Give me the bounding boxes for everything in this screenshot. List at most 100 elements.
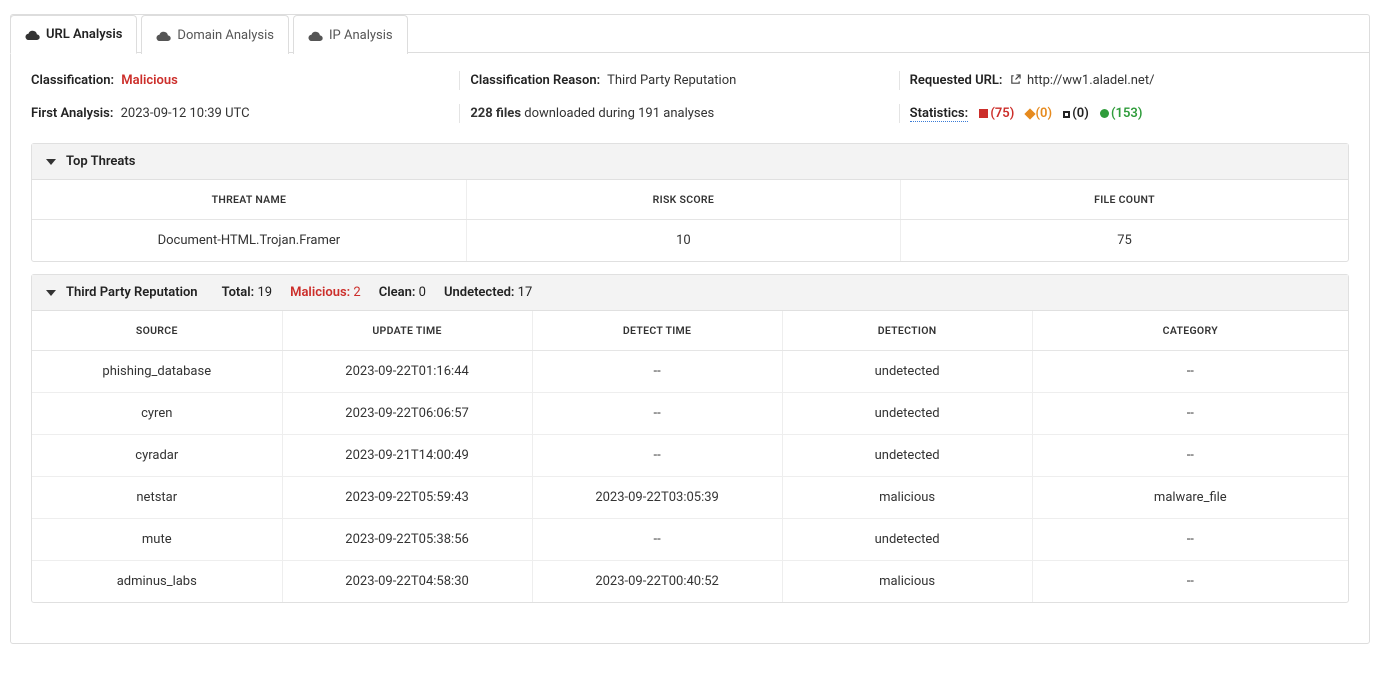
- info-reason: Classification Reason: Third Party Reput…: [470, 73, 909, 88]
- col-risk-score: Risk Score: [466, 180, 900, 220]
- tab-panel: Classification: Malicious Classification…: [11, 52, 1369, 643]
- cloud-icon: [308, 30, 323, 41]
- info-first-analysis: First Analysis: 2023-09-12 10:39 UTC: [31, 106, 470, 121]
- requested-url-value[interactable]: http://ww1.aladel.net/: [1027, 73, 1155, 88]
- table-row[interactable]: Document-HTML.Trojan.Framer 10 75: [32, 220, 1348, 262]
- threat-name: Document-HTML.Trojan.Framer: [32, 220, 466, 262]
- summary-malicious: Malicious: 2: [290, 285, 361, 300]
- section-title: Third Party Reputation: [66, 285, 198, 300]
- table-header-row: Source Update Time Detect Time Detection…: [32, 311, 1348, 351]
- col-detection: Detection: [782, 311, 1032, 351]
- file-count: 75: [901, 220, 1348, 262]
- cell-category: --: [1032, 519, 1348, 561]
- table-row[interactable]: cyren2023-09-22T06:06:57--undetected--: [32, 393, 1348, 435]
- cell-detect: 2023-09-22T00:40:52: [532, 561, 782, 603]
- stat-black-icon: [1063, 111, 1070, 118]
- info-statistics: Statistics: (75) (0) (0) (153): [910, 106, 1349, 121]
- cell-update: 2023-09-22T04:58:30: [282, 561, 532, 603]
- stat-green-icon: [1100, 109, 1109, 118]
- files-text: downloaded during 191 analyses: [521, 106, 714, 121]
- col-update-time: Update Time: [282, 311, 532, 351]
- cell-detect: --: [532, 351, 782, 393]
- stat-green-value: (153): [1111, 106, 1142, 121]
- cell-source: phishing_database: [32, 351, 282, 393]
- table-row[interactable]: mute2023-09-22T05:38:56--undetected--: [32, 519, 1348, 561]
- external-link-icon: [1010, 74, 1021, 85]
- stat-red-icon: [979, 109, 988, 118]
- cloud-icon: [156, 30, 171, 41]
- reason-value: Third Party Reputation: [607, 73, 736, 88]
- cell-update: 2023-09-22T06:06:57: [282, 393, 532, 435]
- label: Classification Reason:: [470, 73, 600, 88]
- top-threats-section: Top Threats Threat Name Risk Score File …: [31, 143, 1349, 262]
- info-classification: Classification: Malicious: [31, 73, 470, 88]
- tab-url-analysis[interactable]: URL Analysis: [10, 15, 137, 54]
- tab-domain-analysis[interactable]: Domain Analysis: [141, 15, 289, 54]
- risk-score: 10: [466, 220, 900, 262]
- cell-category: --: [1032, 351, 1348, 393]
- reputation-section: Third Party Reputation Total: 19 Malicio…: [31, 274, 1349, 603]
- cell-detection: undetected: [782, 435, 1032, 477]
- reputation-table: Source Update Time Detect Time Detection…: [32, 311, 1348, 602]
- info-files-downloaded: 228 files downloaded during 191 analyses: [470, 106, 909, 121]
- reputation-header[interactable]: Third Party Reputation Total: 19 Malicio…: [32, 275, 1348, 311]
- cell-update: 2023-09-22T01:16:44: [282, 351, 532, 393]
- cell-detection: malicious: [782, 477, 1032, 519]
- statistics-label[interactable]: Statistics:: [910, 106, 968, 122]
- first-analysis-value: 2023-09-12 10:39 UTC: [121, 106, 250, 121]
- cell-detection: undetected: [782, 519, 1032, 561]
- tab-bar: URL Analysis Domain Analysis IP Analysis: [10, 14, 1369, 53]
- stat-orange-icon: [1024, 108, 1035, 119]
- table-row[interactable]: netstar2023-09-22T05:59:432023-09-22T03:…: [32, 477, 1348, 519]
- table-row[interactable]: cyradar2023-09-21T14:00:49--undetected--: [32, 435, 1348, 477]
- table-row[interactable]: adminus_labs2023-09-22T04:58:302023-09-2…: [32, 561, 1348, 603]
- cloud-icon: [25, 29, 40, 40]
- stat-red-value: (75): [990, 106, 1014, 121]
- cell-category: --: [1032, 561, 1348, 603]
- cell-source: mute: [32, 519, 282, 561]
- cell-detection: undetected: [782, 393, 1032, 435]
- tab-label: IP Analysis: [329, 28, 393, 43]
- info-grid: Classification: Malicious Classification…: [31, 73, 1349, 121]
- cell-detect: --: [532, 519, 782, 561]
- cell-update: 2023-09-21T14:00:49: [282, 435, 532, 477]
- top-threats-header[interactable]: Top Threats: [32, 144, 1348, 180]
- cell-category: malware_file: [1032, 477, 1348, 519]
- cell-detect: --: [532, 393, 782, 435]
- cell-update: 2023-09-22T05:59:43: [282, 477, 532, 519]
- cell-source: cyradar: [32, 435, 282, 477]
- section-title: Top Threats: [66, 154, 135, 169]
- col-detect-time: Detect Time: [532, 311, 782, 351]
- col-source: Source: [32, 311, 282, 351]
- cell-source: cyren: [32, 393, 282, 435]
- files-count: 228 files: [470, 106, 521, 121]
- label: Classification:: [31, 73, 114, 88]
- table-row[interactable]: phishing_database2023-09-22T01:16:44--un…: [32, 351, 1348, 393]
- caret-down-icon[interactable]: [46, 290, 56, 296]
- analysis-container: URL Analysis Domain Analysis IP Analysis…: [10, 14, 1370, 644]
- classification-value: Malicious: [121, 73, 178, 88]
- summary-undetected: Undetected: 17: [444, 285, 532, 300]
- col-file-count: File Count: [901, 180, 1348, 220]
- stat-black-value: (0): [1072, 106, 1089, 121]
- reputation-summary: Total: 19 Malicious: 2 Clean: 0 Undetect…: [222, 285, 533, 300]
- cell-detect: 2023-09-22T03:05:39: [532, 477, 782, 519]
- stat-orange-value: (0): [1036, 106, 1053, 121]
- cell-category: --: [1032, 435, 1348, 477]
- tab-label: URL Analysis: [46, 27, 122, 42]
- col-threat-name: Threat Name: [32, 180, 466, 220]
- summary-clean: Clean: 0: [379, 285, 426, 300]
- info-requested-url: Requested URL: http://ww1.aladel.net/: [910, 73, 1349, 88]
- label: First Analysis:: [31, 106, 113, 121]
- caret-down-icon[interactable]: [46, 159, 56, 165]
- cell-source: adminus_labs: [32, 561, 282, 603]
- label: Requested URL:: [910, 73, 1003, 88]
- cell-category: --: [1032, 393, 1348, 435]
- cell-detect: --: [532, 435, 782, 477]
- cell-detection: undetected: [782, 351, 1032, 393]
- cell-source: netstar: [32, 477, 282, 519]
- table-header-row: Threat Name Risk Score File Count: [32, 180, 1348, 220]
- tab-ip-analysis[interactable]: IP Analysis: [293, 15, 408, 54]
- cell-detection: malicious: [782, 561, 1032, 603]
- cell-update: 2023-09-22T05:38:56: [282, 519, 532, 561]
